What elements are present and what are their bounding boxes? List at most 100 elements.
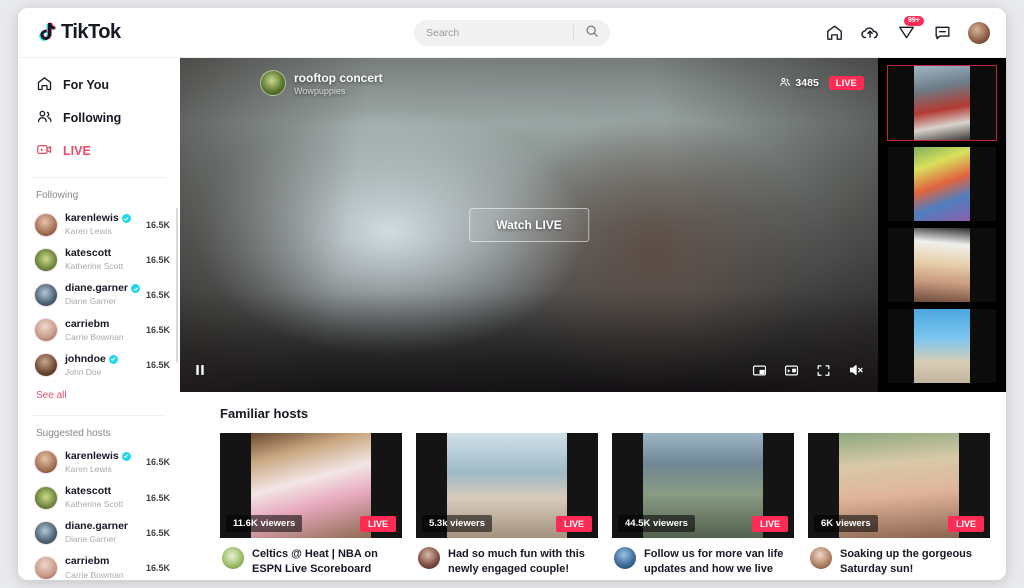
live-badge: LIVE <box>829 76 864 90</box>
pause-icon[interactable] <box>192 362 208 378</box>
list-item[interactable]: johndoe John Doe 16.5K <box>18 348 180 383</box>
verified-badge-icon <box>122 214 131 223</box>
picture-in-picture-icon[interactable] <box>752 363 767 378</box>
header-icon-group: 99+ <box>824 22 990 44</box>
username: karenlewis <box>65 212 119 225</box>
live-card[interactable]: 5.3k viewers LIVE Had so much fun with t… <box>416 433 598 577</box>
list-item[interactable]: katescott Katherine Scott 16.5K <box>18 480 180 515</box>
avatar <box>34 521 58 545</box>
volume-muted-icon[interactable] <box>848 362 864 378</box>
avatar <box>34 248 58 272</box>
card-caption: Had so much fun with this newly engaged … <box>448 547 596 577</box>
player-header: rooftop concert Wowpuppies 3485 <box>260 70 864 96</box>
follower-count: 16.5K <box>146 563 170 573</box>
avatar <box>34 450 58 474</box>
sidebar-item-label: Following <box>63 111 121 125</box>
live-badge: LIVE <box>360 516 396 532</box>
avatar <box>34 353 58 377</box>
display-name: Karen Lewis <box>65 226 139 237</box>
avatar[interactable] <box>614 547 636 569</box>
username: johndoe <box>65 353 106 366</box>
people-icon <box>779 76 791 91</box>
rail-thumbnail-1[interactable] <box>888 66 996 140</box>
thumbnail-image <box>914 66 970 140</box>
viewer-count: 3485 <box>779 76 818 91</box>
avatar[interactable] <box>222 547 244 569</box>
follower-count: 16.5K <box>146 290 170 300</box>
thumbnail-image <box>914 228 970 302</box>
sidebar-scrollbar[interactable] <box>176 208 179 363</box>
display-name: Diane Garner <box>65 534 139 545</box>
display-name: Carrie Bowman <box>65 570 139 581</box>
sidebar-item-for-you[interactable]: For You <box>18 68 180 101</box>
paper-plane-icon[interactable]: 99+ <box>896 23 916 43</box>
verified-badge-icon <box>122 452 131 461</box>
thumbnail-rail <box>878 58 1006 392</box>
see-all-link[interactable]: See all <box>18 383 180 405</box>
list-item[interactable]: diane.garner Diane Garner 16.5K <box>18 515 180 550</box>
message-bubble-icon[interactable] <box>932 23 952 43</box>
section-title: Familiar hosts <box>180 406 1006 421</box>
list-item[interactable]: karenlewis Karen Lewis 16.5K <box>18 445 180 480</box>
suggested-hosts-title: Suggested hosts <box>18 416 180 445</box>
list-item[interactable]: carriebm Carrie Bowman 16.5K <box>18 550 180 580</box>
sidebar-item-following[interactable]: Following <box>18 101 180 134</box>
app-body: For You Following LIVE <box>18 58 1006 580</box>
music-note-icon <box>36 22 56 44</box>
search-button[interactable] <box>574 24 610 41</box>
familiar-hosts-section: Familiar hosts 11.6K viewers LIVE Celtic… <box>180 392 1006 577</box>
home-icon <box>36 75 53 95</box>
card-thumbnail[interactable]: 5.3k viewers LIVE <box>416 433 598 538</box>
brand-name: TikTok <box>61 21 121 44</box>
sidebar: For You Following LIVE <box>18 58 180 580</box>
card-caption: Celtics @ Heat | NBA on ESPN Live Scoreb… <box>252 547 400 577</box>
list-item[interactable]: karenlewis Karen Lewis 16.5K <box>18 207 180 242</box>
avatar <box>34 283 58 307</box>
card-viewer-count: 44.5K viewers <box>618 515 695 532</box>
avatar[interactable] <box>418 547 440 569</box>
host-avatar[interactable] <box>260 70 286 96</box>
username: carriebm <box>65 555 109 568</box>
card-thumbnail[interactable]: 6K viewers LIVE <box>808 433 990 538</box>
rail-thumbnail-2[interactable] <box>888 147 996 221</box>
follower-count: 16.5K <box>146 255 170 265</box>
avatar[interactable] <box>810 547 832 569</box>
verified-badge-icon <box>131 284 140 293</box>
search-icon <box>585 24 599 41</box>
sidebar-item-label: For You <box>63 78 109 92</box>
follower-count: 16.5K <box>146 325 170 335</box>
follower-count: 16.5K <box>146 360 170 370</box>
list-item[interactable]: carriebm Carrie Bowman 16.5K <box>18 313 180 348</box>
theater-mode-icon[interactable] <box>784 363 799 378</box>
rail-thumbnail-4[interactable] <box>888 309 996 383</box>
display-name: Carrie Bowman <box>65 332 139 343</box>
rail-thumbnail-3[interactable] <box>888 228 996 302</box>
app-header: TikTok <box>18 8 1006 58</box>
watch-live-button[interactable]: Watch LIVE <box>469 208 589 242</box>
stream-title: rooftop concert <box>294 71 383 85</box>
display-name: Katherine Scott <box>65 261 139 272</box>
avatar[interactable] <box>968 22 990 44</box>
sidebar-item-live[interactable]: LIVE <box>18 134 180 167</box>
main-content: rooftop concert Wowpuppies 3485 <box>180 58 1006 580</box>
live-video-icon <box>36 141 53 161</box>
search-input[interactable] <box>414 27 573 39</box>
search-bar[interactable] <box>414 20 610 46</box>
player-area: rooftop concert Wowpuppies 3485 <box>180 58 1006 392</box>
list-item[interactable]: diane.garner Diane Garner 16.5K <box>18 277 180 312</box>
username: katescott <box>65 485 111 498</box>
card-thumbnail[interactable]: 44.5K viewers LIVE <box>612 433 794 538</box>
live-card[interactable]: 11.6K viewers LIVE Celtics @ Heat | NBA … <box>220 433 402 577</box>
fullscreen-icon[interactable] <box>816 363 831 378</box>
home-icon[interactable] <box>824 23 844 43</box>
live-video-player[interactable]: rooftop concert Wowpuppies 3485 <box>180 58 878 392</box>
avatar <box>34 318 58 342</box>
avatar <box>34 486 58 510</box>
live-card[interactable]: 6K viewers LIVE Soaking up the gorgeous … <box>808 433 990 577</box>
thumbnail-image <box>914 147 970 221</box>
list-item[interactable]: katescott Katherine Scott 16.5K <box>18 242 180 277</box>
live-card[interactable]: 44.5K viewers LIVE Follow us for more va… <box>612 433 794 577</box>
upload-cloud-icon[interactable] <box>860 23 880 43</box>
tiktok-logo[interactable]: TikTok <box>36 21 121 44</box>
card-thumbnail[interactable]: 11.6K viewers LIVE <box>220 433 402 538</box>
